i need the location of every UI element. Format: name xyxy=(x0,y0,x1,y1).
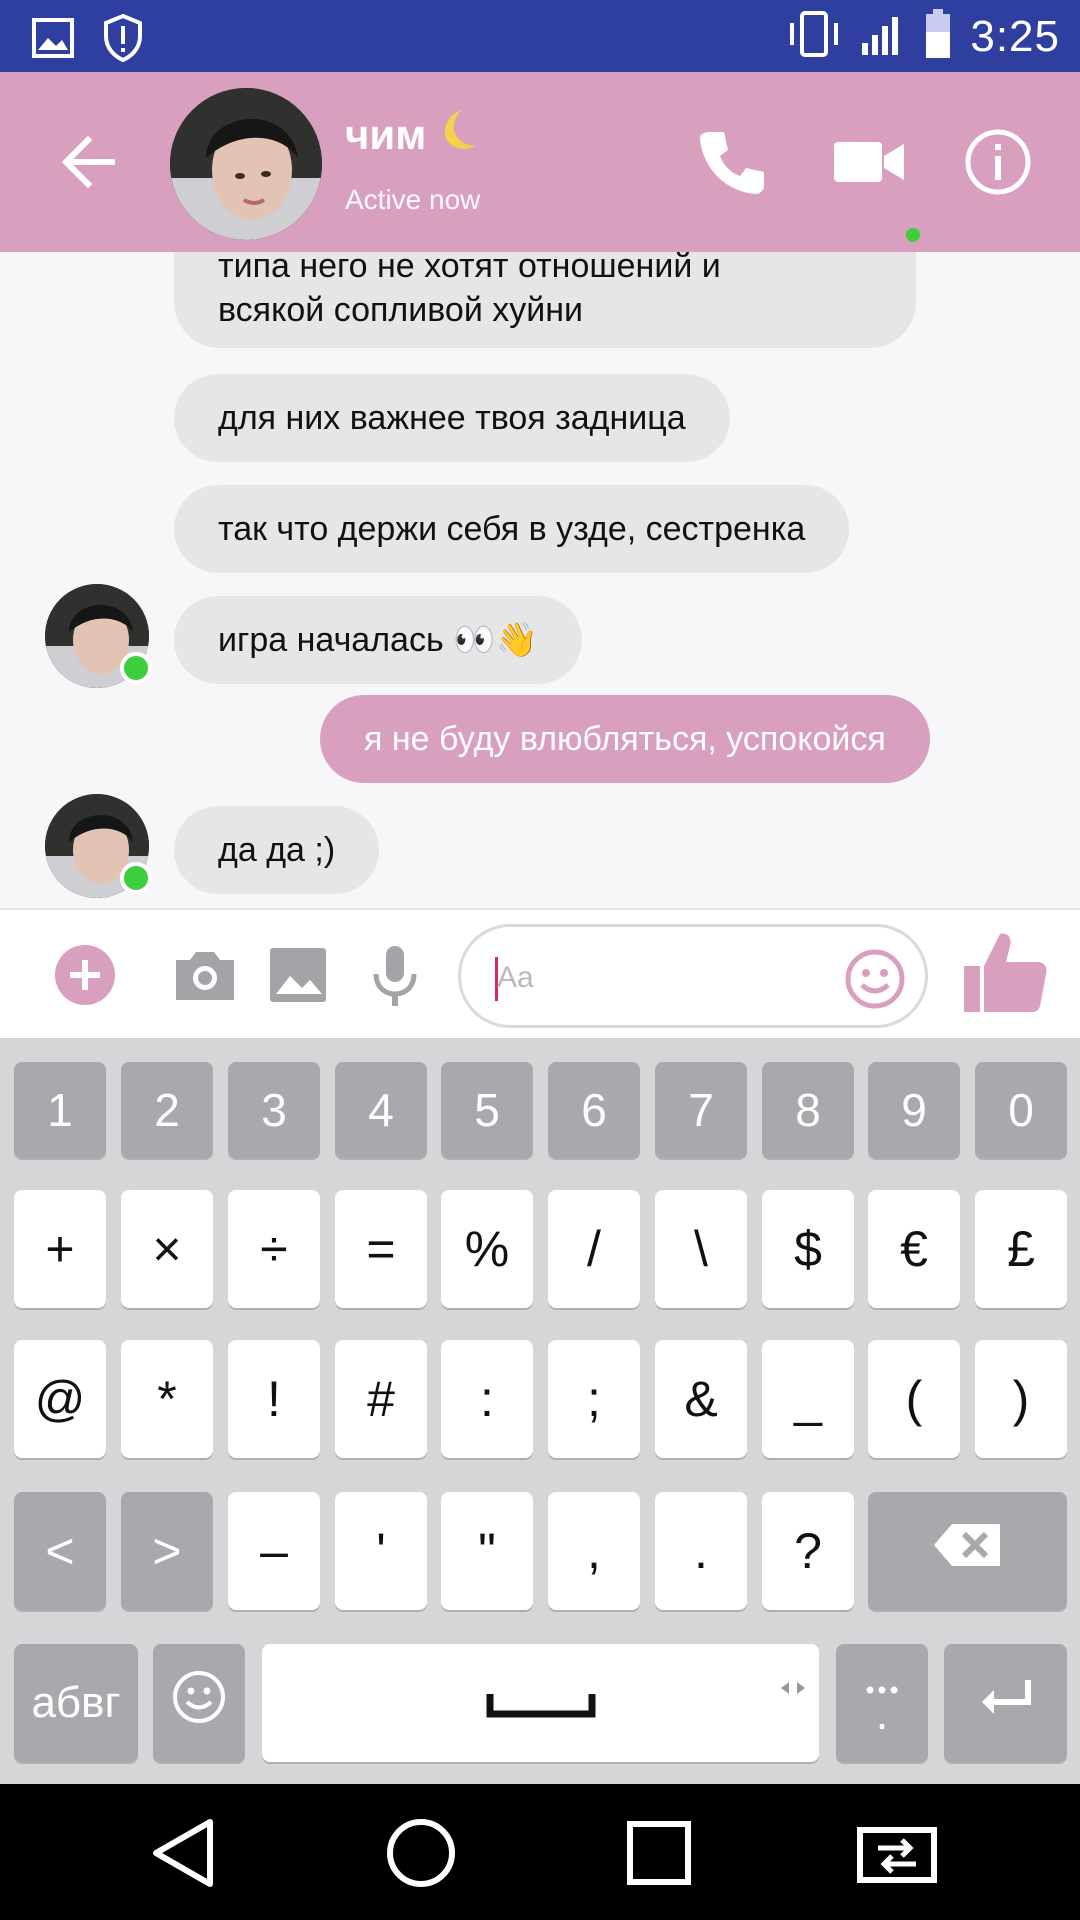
key-greater-than[interactable]: > xyxy=(121,1492,213,1610)
message-bubble[interactable]: так что держи себя в узде, сестренка xyxy=(174,485,850,573)
key-hash[interactable]: # xyxy=(335,1340,427,1458)
message-list[interactable]: типа него не хотят отношений и всякой со… xyxy=(0,252,1080,908)
key-exclamation[interactable]: ! xyxy=(228,1340,320,1458)
key-percent[interactable]: % xyxy=(441,1190,533,1308)
key-pound[interactable]: £ xyxy=(975,1190,1067,1308)
key-question[interactable]: ? xyxy=(762,1492,854,1610)
contact-name: чим xyxy=(345,106,482,164)
status-bar: 3:25 xyxy=(0,0,1080,72)
nav-recents-icon[interactable] xyxy=(614,1808,704,1898)
smiley-icon[interactable] xyxy=(843,947,907,1011)
more-icon xyxy=(836,1652,928,1706)
enter-key[interactable] xyxy=(944,1644,1067,1762)
key-quote[interactable]: " xyxy=(441,1492,533,1610)
key-divide[interactable]: ÷ xyxy=(228,1190,320,1308)
shield-alert-icon xyxy=(102,13,144,67)
signal-icon xyxy=(860,9,906,64)
key-4[interactable]: 4 xyxy=(335,1062,427,1158)
message-bubble[interactable]: да да ;) xyxy=(174,806,380,894)
key-apostrophe[interactable]: ' xyxy=(335,1492,427,1610)
key-7[interactable]: 7 xyxy=(655,1062,747,1158)
space-bar-icon xyxy=(486,1674,596,1732)
key-dollar[interactable]: $ xyxy=(762,1190,854,1308)
battery-icon xyxy=(924,8,952,65)
key-less-than[interactable]: < xyxy=(14,1492,106,1610)
video-camera-icon[interactable] xyxy=(832,122,912,202)
key-6[interactable]: 6 xyxy=(548,1062,640,1158)
key-5[interactable]: 5 xyxy=(441,1062,533,1158)
online-indicator xyxy=(120,652,152,684)
cursor-arrows-icon xyxy=(777,1650,809,1708)
backspace-key[interactable] xyxy=(868,1492,1067,1610)
message-input-container[interactable] xyxy=(458,924,928,1028)
avatar[interactable] xyxy=(170,88,322,240)
key-colon[interactable]: : xyxy=(441,1340,533,1458)
thumbs-up-icon[interactable] xyxy=(960,926,1050,1016)
moon-emoji xyxy=(436,106,482,164)
message-input[interactable] xyxy=(497,953,837,1003)
key-period[interactable]: . xyxy=(655,1492,747,1610)
backspace-icon xyxy=(932,1520,1004,1582)
key-1[interactable]: 1 xyxy=(14,1062,106,1158)
key-dash[interactable]: – xyxy=(228,1492,320,1610)
key-0[interactable]: 0 xyxy=(975,1062,1067,1158)
key-plus[interactable]: + xyxy=(14,1190,106,1308)
enter-icon xyxy=(978,1674,1034,1732)
key-at[interactable]: @ xyxy=(14,1340,106,1458)
key-open-paren[interactable]: ( xyxy=(868,1340,960,1458)
phone-icon[interactable] xyxy=(692,122,772,202)
period-key[interactable]: . xyxy=(836,1644,928,1762)
message-bubble[interactable]: игра началась 👀👋 xyxy=(174,596,582,684)
key-semicolon[interactable]: ; xyxy=(548,1340,640,1458)
gallery-icon[interactable] xyxy=(264,940,334,1010)
key-comma[interactable]: , xyxy=(548,1492,640,1610)
presence-status: Active now xyxy=(345,184,481,215)
key-multiply[interactable]: × xyxy=(121,1190,213,1308)
emoji-icon xyxy=(171,1669,227,1737)
key-9[interactable]: 9 xyxy=(868,1062,960,1158)
key-equals[interactable]: = xyxy=(335,1190,427,1308)
key-close-paren[interactable]: ) xyxy=(975,1340,1067,1458)
video-available-dot xyxy=(906,228,920,242)
key-ampersand[interactable]: & xyxy=(655,1340,747,1458)
emoji-key[interactable] xyxy=(153,1644,245,1762)
conversation-header: чим Active now xyxy=(0,72,1080,252)
image-icon xyxy=(32,18,74,63)
space-key[interactable] xyxy=(262,1644,819,1762)
language-switch-key[interactable]: абвг xyxy=(14,1644,138,1762)
back-arrow-icon[interactable] xyxy=(52,124,128,200)
key-slash[interactable]: / xyxy=(548,1190,640,1308)
composer-bar xyxy=(0,908,1080,1038)
key-asterisk[interactable]: * xyxy=(121,1340,213,1458)
key-2[interactable]: 2 xyxy=(121,1062,213,1158)
nav-home-icon[interactable] xyxy=(376,1808,466,1898)
camera-icon[interactable] xyxy=(170,940,240,1010)
clock: 3:25 xyxy=(970,11,1060,61)
online-indicator xyxy=(120,862,152,894)
message-bubble[interactable]: типа него не хотят отношений и всякой со… xyxy=(174,252,916,348)
keyboard: 1 2 3 4 5 6 7 8 9 0 + × ÷ = % / \ $ € £ … xyxy=(0,1038,1080,1784)
nav-switch-screen-icon[interactable] xyxy=(852,1808,942,1898)
navigation-bar xyxy=(0,1784,1080,1920)
info-icon[interactable] xyxy=(958,122,1038,202)
vibrate-icon xyxy=(786,9,842,64)
key-underscore[interactable]: _ xyxy=(762,1340,854,1458)
key-3[interactable]: 3 xyxy=(228,1062,320,1158)
message-bubble[interactable]: для них важнее твоя задница xyxy=(174,374,730,462)
key-backslash[interactable]: \ xyxy=(655,1190,747,1308)
message-bubble-sent[interactable]: я не буду влюбляться, успокойся xyxy=(320,695,930,783)
key-euro[interactable]: € xyxy=(868,1190,960,1308)
nav-back-icon[interactable] xyxy=(140,1808,230,1898)
key-8[interactable]: 8 xyxy=(762,1062,854,1158)
plus-icon[interactable] xyxy=(50,940,120,1010)
microphone-icon[interactable] xyxy=(360,940,430,1010)
